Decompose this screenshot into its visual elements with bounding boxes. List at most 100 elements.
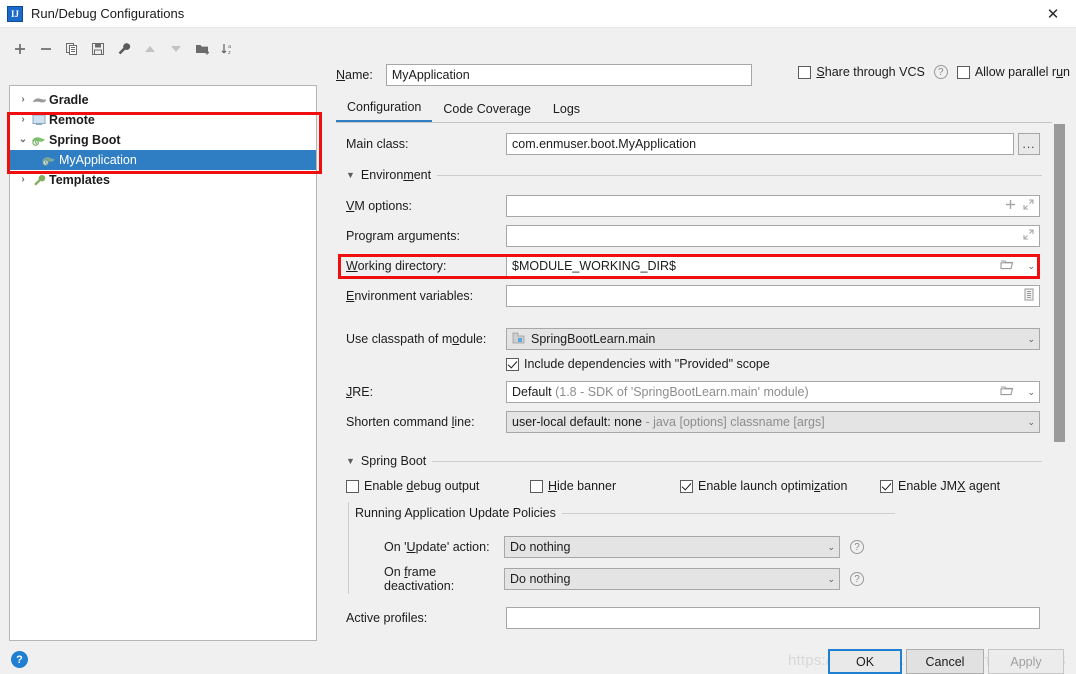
jre-combo[interactable]: Default (1.8 - SDK of 'SpringBootLearn.m… (506, 381, 1040, 403)
environment-variables-input[interactable] (506, 285, 1040, 307)
expand-icon[interactable] (1023, 199, 1034, 213)
help-icon[interactable]: ? (850, 540, 864, 554)
sort-alphabetical-icon[interactable]: az (216, 38, 240, 60)
help-icon[interactable]: ? (933, 65, 948, 79)
add-macro-icon[interactable] (1005, 199, 1016, 213)
active-profiles-input[interactable] (506, 607, 1040, 629)
shorten-command-line-row: Shorten command line: user-local default… (346, 411, 1046, 433)
expand-icon[interactable] (1023, 229, 1034, 243)
configurations-tree[interactable]: › Gradle › Remote ⌄ Spring Boot MyApplic… (9, 85, 317, 641)
update-policies-label: Running Application Update Policies (355, 506, 556, 520)
include-dependencies-row[interactable]: Include dependencies with "Provided" sco… (506, 357, 770, 371)
chevron-right-icon[interactable]: › (16, 175, 30, 185)
use-classpath-combo[interactable]: SpringBootLearn.main ⌄ (506, 328, 1040, 350)
shorten-command-line-label: Shorten command line: (346, 415, 475, 429)
tree-item-remote[interactable]: › Remote (10, 110, 316, 130)
on-update-action-value: Do nothing (510, 540, 571, 554)
tree-item-label: Remote (49, 113, 95, 127)
working-directory-label: Working directory: (346, 259, 447, 273)
update-policies-group-border (348, 502, 349, 594)
main-class-browse-button[interactable]: ... (1018, 133, 1040, 155)
include-dependencies-label: Include dependencies with "Provided" sco… (524, 357, 770, 371)
chevron-down-icon[interactable]: ⌄ (1021, 261, 1035, 272)
on-update-action-combo[interactable]: Do nothing ⌄ (504, 536, 840, 558)
save-configuration-button[interactable] (86, 38, 110, 60)
on-frame-deactivation-combo[interactable]: Do nothing ⌄ (504, 568, 840, 590)
section-divider (561, 512, 895, 514)
move-up-button[interactable] (138, 38, 162, 60)
spring-boot-section-header[interactable]: ▼ Spring Boot (346, 454, 1042, 468)
enable-jmx-agent-checkbox[interactable] (880, 479, 893, 493)
folder-icon[interactable] (1000, 259, 1014, 273)
folder-icon[interactable] (1000, 385, 1014, 399)
checkbox-box[interactable] (798, 65, 812, 79)
vm-options-label: VM options: (346, 199, 413, 213)
use-classpath-label: Use classpath of module: (346, 332, 487, 346)
enable-debug-output-checkbox[interactable] (346, 479, 359, 493)
shorten-hint: - java [options] classname [args] (645, 415, 825, 429)
chevron-down-icon[interactable]: ⌄ (821, 574, 835, 585)
tab-code-coverage[interactable]: Code Coverage (432, 102, 542, 122)
use-classpath-value: SpringBootLearn.main (531, 332, 656, 346)
environment-section-header[interactable]: ▼ Environment (346, 168, 1042, 182)
hide-banner-checkbox[interactable] (530, 479, 543, 493)
use-classpath-row: Use classpath of module: SpringBootLearn… (346, 328, 1046, 350)
share-through-vcs-checkbox[interactable]: Share through VCS (798, 65, 925, 79)
chevron-right-icon[interactable]: › (16, 115, 30, 125)
svg-text:z: z (228, 50, 231, 56)
jre-value: Default (512, 385, 552, 399)
allow-parallel-run-checkbox[interactable]: Allow parallel run (956, 65, 1070, 79)
enable-launch-optimization-checkbox[interactable] (680, 479, 693, 493)
tree-item-spring-boot[interactable]: ⌄ Spring Boot (10, 130, 316, 150)
help-icon[interactable]: ? (850, 572, 864, 586)
chevron-down-icon[interactable]: ▼ (346, 170, 355, 180)
move-down-button[interactable] (164, 38, 188, 60)
chevron-down-icon[interactable]: ⌄ (1021, 417, 1035, 428)
program-arguments-input[interactable] (506, 225, 1040, 247)
copy-configuration-button[interactable] (60, 38, 84, 60)
tab-logs[interactable]: Logs (542, 102, 591, 122)
remote-icon (30, 114, 48, 126)
window-titlebar: Run/Debug Configurations ✕ (0, 0, 1076, 28)
chevron-down-icon[interactable]: ⌄ (1021, 334, 1035, 345)
name-input[interactable] (385, 64, 752, 86)
chevron-down-icon[interactable]: ⌄ (1021, 387, 1035, 398)
hide-banner-row[interactable]: Hide banner (530, 479, 616, 493)
enable-jmx-agent-row[interactable]: Enable JMX agent (880, 479, 1000, 493)
checkbox-box[interactable] (956, 65, 970, 79)
add-configuration-button[interactable] (8, 38, 32, 60)
main-class-input[interactable]: com.enmuser.boot.MyApplication (506, 133, 1014, 155)
form-scrollbar[interactable] (1053, 124, 1066, 641)
tree-item-label: Templates (49, 173, 110, 187)
help-icon[interactable]: ? (11, 651, 28, 668)
new-folder-button[interactable] (190, 38, 214, 60)
tree-item-templates[interactable]: › Templates (10, 170, 316, 190)
configuration-tabs: Configuration Code Coverage Logs (336, 96, 1052, 123)
program-arguments-row: Program arguments: (346, 225, 1046, 247)
chevron-down-icon[interactable]: ▼ (346, 456, 355, 466)
tree-item-myapplication[interactable]: MyApplication (10, 150, 316, 170)
remove-configuration-button[interactable] (34, 38, 58, 60)
update-policies-section-header: Running Application Update Policies (355, 506, 895, 520)
chevron-right-icon[interactable]: › (16, 95, 30, 105)
wrench-icon[interactable] (112, 38, 136, 60)
module-icon (512, 332, 525, 347)
tree-item-gradle[interactable]: › Gradle (10, 90, 316, 110)
chevron-down-icon[interactable]: ⌄ (16, 135, 30, 145)
edit-variables-icon[interactable] (1024, 288, 1034, 304)
close-icon[interactable]: ✕ (1030, 0, 1076, 28)
active-profiles-row: Active profiles: (346, 607, 1046, 629)
shorten-command-line-combo[interactable]: user-local default: none - java [options… (506, 411, 1040, 433)
include-dependencies-checkbox[interactable] (506, 357, 519, 371)
scrollbar-thumb[interactable] (1054, 124, 1065, 442)
enable-jmx-agent-label: Enable JMX agent (898, 479, 1001, 493)
working-directory-input[interactable]: $MODULE_WORKING_DIR$ ⌄ (506, 255, 1040, 277)
tab-configuration[interactable]: Configuration (336, 100, 433, 122)
chevron-down-icon[interactable]: ⌄ (821, 542, 835, 553)
vm-options-input[interactable] (506, 195, 1040, 217)
hide-banner-label: Hide banner (548, 479, 617, 493)
working-directory-row: Working directory: $MODULE_WORKING_DIR$ … (346, 255, 1046, 277)
configurations-toolbar: az (8, 36, 318, 62)
enable-launch-optimization-row[interactable]: Enable launch optimization (680, 479, 847, 493)
enable-debug-output-row[interactable]: Enable debug output (346, 479, 479, 493)
